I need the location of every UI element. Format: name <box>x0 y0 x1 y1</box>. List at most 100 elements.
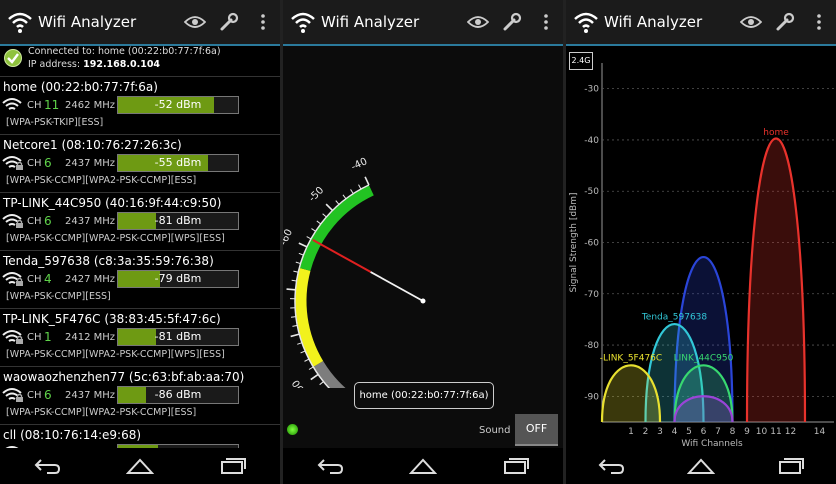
back-button[interactable] <box>27 451 67 481</box>
sound-toggle[interactable]: OFF <box>515 414 558 446</box>
ap-channel-label: CH <box>27 158 42 169</box>
view-switch-button[interactable] <box>734 0 768 45</box>
ap-name: TP-LINK_44C950 (40:16:9f:44:c9:50) <box>3 196 222 210</box>
ap-signal-dbm: -81 dBm <box>154 330 202 343</box>
gauge-zone-0 <box>313 360 346 388</box>
gauge-tick <box>300 350 306 354</box>
overflow-menu-button[interactable] <box>246 0 280 45</box>
nav-bar <box>566 448 836 484</box>
ap-name: TP-LINK_5F476C (38:83:45:5f:47:6c) <box>3 312 221 326</box>
ap-channel-label: CH <box>27 390 42 401</box>
connected-label: Connected to: <box>28 46 95 57</box>
graph-y-axis-label: Signal Strength [dBm] <box>569 193 579 293</box>
ap-list-item[interactable]: Tenda_597638 (c8:3a:35:59:76:38) CH 4 24… <box>0 250 280 308</box>
settings-button[interactable] <box>495 0 529 45</box>
ap-list-item[interactable]: Netcore1 (08:10:76:27:26:3c) CH 6 2437 M… <box>0 134 280 192</box>
selected-ssid-button[interactable]: home (00:22:b0:77:7f:6a) <box>354 382 494 409</box>
graph-y-tick-label: -90 <box>584 392 599 402</box>
settings-button[interactable] <box>768 0 802 45</box>
ap-frequency: 2412 MHz <box>65 332 116 343</box>
gauge-tick <box>290 316 297 318</box>
home-icon <box>125 458 154 474</box>
gauge-tick <box>298 252 304 256</box>
back-button[interactable] <box>310 451 350 481</box>
home-button[interactable] <box>681 451 721 481</box>
back-icon <box>317 459 343 474</box>
more-vert-icon <box>817 14 821 30</box>
ap-channel-label: CH <box>27 100 42 111</box>
view-switch-button[interactable] <box>178 0 212 45</box>
wifi-locked-icon <box>2 155 24 171</box>
gauge-tick <box>291 279 297 282</box>
ap-signal-bar: -55 dBm <box>117 154 239 172</box>
graph-y-tick-label: -50 <box>584 187 599 197</box>
signal-gauge: -100-90-80-70-60-50-40dBm <box>283 156 426 388</box>
ap-name: Netcore1 (08:10:76:27:26:3c) <box>3 138 182 152</box>
ap-security: [WPA-PSK-CCMP][WPA2-PSK-CCMP][ESS] <box>6 407 197 418</box>
action-bar: Wifi Analyzer <box>566 0 836 46</box>
ap-frequency: 2437 MHz <box>65 158 116 169</box>
wifi-icon <box>2 97 24 113</box>
home-icon <box>687 458 715 474</box>
gauge-tick-label: -90 <box>291 377 309 388</box>
ip-label: IP address: <box>28 59 81 70</box>
gauge-needle-base <box>370 271 424 302</box>
overflow-menu-button[interactable] <box>802 0 836 45</box>
ap-channel: 6 <box>44 388 52 402</box>
graph-x-tick-label: 6 <box>701 427 707 437</box>
ap-list-item[interactable]: TP-LINK_44C950 (40:16:9f:44:c9:50) CH 6 … <box>0 192 280 250</box>
action-bar: Wifi Analyzer <box>0 0 280 46</box>
gauge-pivot <box>420 298 426 304</box>
gauge-tick <box>319 381 324 386</box>
ap-name: Tenda_597638 (c8:3a:35:59:76:38) <box>3 254 214 268</box>
gauge-tick <box>342 194 347 200</box>
back-icon <box>34 459 60 474</box>
network-label: Tenda_597638 <box>641 313 708 323</box>
overflow-menu-button[interactable] <box>529 0 563 45</box>
nav-bar <box>283 448 563 484</box>
ap-list-item[interactable]: waowaozhenzhen77 (5c:63:bf:ab:aa:70) CH … <box>0 366 280 424</box>
graph-y-tick-label: -60 <box>584 239 599 249</box>
connected-value: home (00:22:b0:77:7f:6a) <box>97 46 221 57</box>
back-button[interactable] <box>591 451 631 481</box>
gauge-tick <box>298 242 308 248</box>
graph-x-tick-label: 12 <box>785 427 796 437</box>
home-icon <box>408 458 437 474</box>
connected-check-icon <box>4 49 22 67</box>
graph-x-tick-label: 3 <box>657 427 663 437</box>
gauge-tick <box>290 333 300 338</box>
wrench-icon <box>503 12 522 31</box>
gauge-tick <box>311 228 316 232</box>
ap-signal-bar: -81 dBm <box>117 212 239 230</box>
ap-frequency: 2437 MHz <box>65 216 116 227</box>
ap-name: home (00:22:b0:77:7f:6a) <box>3 80 158 94</box>
ap-channel-label: CH <box>27 274 42 285</box>
ap-channel-label: CH <box>27 216 42 227</box>
settings-button[interactable] <box>212 0 246 45</box>
ap-list-item[interactable]: home (00:22:b0:77:7f:6a) CH 11 2462 MHz … <box>0 76 280 134</box>
graph-x-tick-label: 1 <box>628 427 634 437</box>
graph-x-tick-label: 5 <box>686 427 692 437</box>
graph-y-tick-label: -30 <box>584 85 599 95</box>
graph-x-axis-label: Wifi Channels <box>681 439 743 448</box>
gauge-tick <box>325 203 334 212</box>
app-title: Wifi Analyzer <box>321 13 420 31</box>
ap-security: [WPA-PSK-CCMP][ESS] <box>6 291 111 302</box>
wrench-icon <box>220 12 239 31</box>
recents-button[interactable] <box>213 451 253 481</box>
recents-icon <box>221 458 247 474</box>
ap-channel: 4 <box>44 272 52 286</box>
gauge-tick <box>358 184 362 190</box>
ap-list-item[interactable]: TP-LINK_5F476C (38:83:45:5f:47:6c) CH 1 … <box>0 308 280 366</box>
recents-icon <box>504 458 530 474</box>
ap-signal-bar: -52 dBm <box>117 96 239 114</box>
recents-button[interactable] <box>496 451 536 481</box>
home-button[interactable] <box>403 451 443 481</box>
view-switch-button[interactable] <box>461 0 495 45</box>
graph-x-tick-label: 9 <box>744 427 750 437</box>
gauge-tick <box>286 288 296 291</box>
channel-graph-panel: Wifi Analyzer 2.4G -30 -40 -50 -60 -70 -80 -90… <box>566 0 836 484</box>
home-button[interactable] <box>120 451 160 481</box>
recents-button[interactable] <box>771 451 811 481</box>
wifi-locked-icon <box>2 271 24 287</box>
